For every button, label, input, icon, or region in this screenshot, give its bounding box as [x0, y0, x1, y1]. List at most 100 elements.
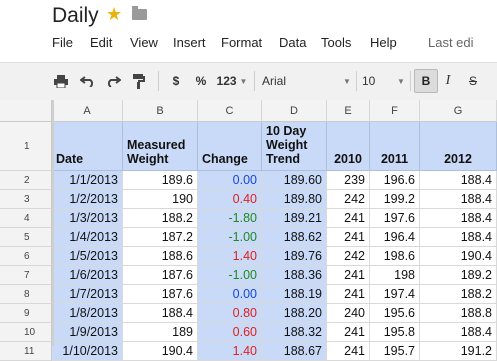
table-cell[interactable]: 197.4 — [370, 285, 420, 304]
table-cell[interactable]: 188.4 — [420, 190, 497, 209]
table-cell[interactable]: 189.21 — [262, 209, 327, 228]
table-cell[interactable]: 188.19 — [262, 285, 327, 304]
print-icon[interactable] — [52, 72, 70, 90]
table-cell[interactable]: 241 — [327, 342, 370, 361]
table-cell[interactable]: 187.2 — [123, 228, 198, 247]
last-edit-link[interactable]: Last edi — [428, 35, 474, 50]
table-cell[interactable]: -1.00 — [198, 266, 262, 285]
table-cell[interactable]: 188.8 — [420, 304, 497, 323]
row-header[interactable]: 7 — [0, 266, 52, 285]
row-header[interactable]: 5 — [0, 228, 52, 247]
strikethrough-button[interactable]: S — [466, 72, 480, 90]
column-header-e[interactable]: E — [327, 100, 370, 122]
table-cell[interactable]: 1/9/2013 — [52, 323, 123, 342]
table-cell[interactable]: 189.60 — [262, 171, 327, 190]
header-cell-c[interactable]: Change — [198, 122, 262, 171]
menu-help[interactable]: Help — [370, 35, 397, 50]
table-cell[interactable]: 188.4 — [420, 209, 497, 228]
table-cell[interactable]: 188.6 — [123, 247, 198, 266]
table-cell[interactable]: 1/4/2013 — [52, 228, 123, 247]
font-size-dropdown[interactable]: 10 ▼ — [362, 72, 406, 90]
table-cell[interactable]: 197.6 — [370, 209, 420, 228]
row-header[interactable]: 9 — [0, 304, 52, 323]
column-header-b[interactable]: B — [123, 100, 198, 122]
table-cell[interactable]: 188.4 — [420, 228, 497, 247]
menu-file[interactable]: File — [52, 35, 73, 50]
table-cell[interactable]: 196.4 — [370, 228, 420, 247]
paint-format-icon[interactable] — [130, 72, 148, 90]
table-cell[interactable]: 188.62 — [262, 228, 327, 247]
column-header-d[interactable]: D — [262, 100, 327, 122]
row-header[interactable]: 2 — [0, 171, 52, 190]
table-cell[interactable]: 195.7 — [370, 342, 420, 361]
table-cell[interactable]: 187.6 — [123, 266, 198, 285]
row-header[interactable]: 4 — [0, 209, 52, 228]
table-cell[interactable]: 0.40 — [198, 190, 262, 209]
table-cell[interactable]: 188.2 — [420, 285, 497, 304]
table-cell[interactable]: 189.2 — [420, 266, 497, 285]
table-cell[interactable]: 188.4 — [123, 304, 198, 323]
table-cell[interactable]: 241 — [327, 209, 370, 228]
header-cell-g[interactable]: 2012 — [420, 122, 497, 171]
header-cell-b[interactable]: Measured Weight — [123, 122, 198, 171]
redo-icon[interactable] — [104, 72, 122, 90]
menu-data[interactable]: Data — [279, 35, 306, 50]
table-cell[interactable]: 187.6 — [123, 285, 198, 304]
italic-button[interactable]: I — [441, 72, 455, 90]
table-cell[interactable]: 188.20 — [262, 304, 327, 323]
table-cell[interactable]: 241 — [327, 266, 370, 285]
table-cell[interactable]: 241 — [327, 323, 370, 342]
row-header[interactable]: 11 — [0, 342, 52, 361]
table-cell[interactable]: 1/5/2013 — [52, 247, 123, 266]
table-cell[interactable]: 189.6 — [123, 171, 198, 190]
column-header-f[interactable]: F — [370, 100, 420, 122]
document-title[interactable]: Daily — [52, 4, 99, 28]
table-cell[interactable]: 1/3/2013 — [52, 209, 123, 228]
row-header[interactable]: 8 — [0, 285, 52, 304]
menu-tools[interactable]: Tools — [321, 35, 351, 50]
table-cell[interactable]: 188.32 — [262, 323, 327, 342]
header-cell-a[interactable]: Date — [52, 122, 123, 171]
table-cell[interactable]: 196.6 — [370, 171, 420, 190]
table-cell[interactable]: -1.80 — [198, 209, 262, 228]
row-header[interactable]: 10 — [0, 323, 52, 342]
column-header-c[interactable]: C — [198, 100, 262, 122]
table-cell[interactable]: 191.2 — [420, 342, 497, 361]
table-cell[interactable]: 241 — [327, 285, 370, 304]
star-icon[interactable]: ★ — [106, 4, 122, 25]
table-cell[interactable]: 1/6/2013 — [52, 266, 123, 285]
table-cell[interactable]: 241 — [327, 228, 370, 247]
table-cell[interactable]: 1/10/2013 — [52, 342, 123, 361]
header-cell-d[interactable]: 10 Day Weight Trend — [262, 122, 327, 171]
table-cell[interactable]: 188.4 — [420, 171, 497, 190]
table-cell[interactable]: 242 — [327, 190, 370, 209]
table-cell[interactable]: 199.2 — [370, 190, 420, 209]
undo-icon[interactable] — [78, 72, 96, 90]
table-cell[interactable]: 189.76 — [262, 247, 327, 266]
table-cell[interactable]: 239 — [327, 171, 370, 190]
table-cell[interactable]: 0.60 — [198, 323, 262, 342]
table-cell[interactable]: 190.4 — [123, 342, 198, 361]
font-family-dropdown[interactable]: Arial ▼ — [262, 72, 352, 90]
menu-view[interactable]: View — [130, 35, 158, 50]
table-cell[interactable]: 1/2/2013 — [52, 190, 123, 209]
currency-format-button[interactable]: $ — [168, 72, 184, 90]
table-cell[interactable]: 195.8 — [370, 323, 420, 342]
table-cell[interactable]: 198.6 — [370, 247, 420, 266]
column-header-g[interactable]: G — [420, 100, 497, 122]
table-cell[interactable]: 0.00 — [198, 285, 262, 304]
header-cell-e[interactable]: 2010 — [327, 122, 370, 171]
menu-insert[interactable]: Insert — [173, 35, 206, 50]
table-cell[interactable]: 188.36 — [262, 266, 327, 285]
row-header[interactable]: 3 — [0, 190, 52, 209]
table-cell[interactable]: -1.00 — [198, 228, 262, 247]
table-cell[interactable]: 188.2 — [123, 209, 198, 228]
folder-icon[interactable] — [132, 6, 147, 20]
select-all-corner[interactable] — [0, 100, 52, 122]
table-cell[interactable]: 189 — [123, 323, 198, 342]
number-format-dropdown[interactable]: 123 ▼ — [215, 72, 249, 90]
table-cell[interactable]: 1/7/2013 — [52, 285, 123, 304]
table-cell[interactable]: 190 — [123, 190, 198, 209]
table-cell[interactable]: 0.00 — [198, 171, 262, 190]
table-cell[interactable]: 242 — [327, 247, 370, 266]
